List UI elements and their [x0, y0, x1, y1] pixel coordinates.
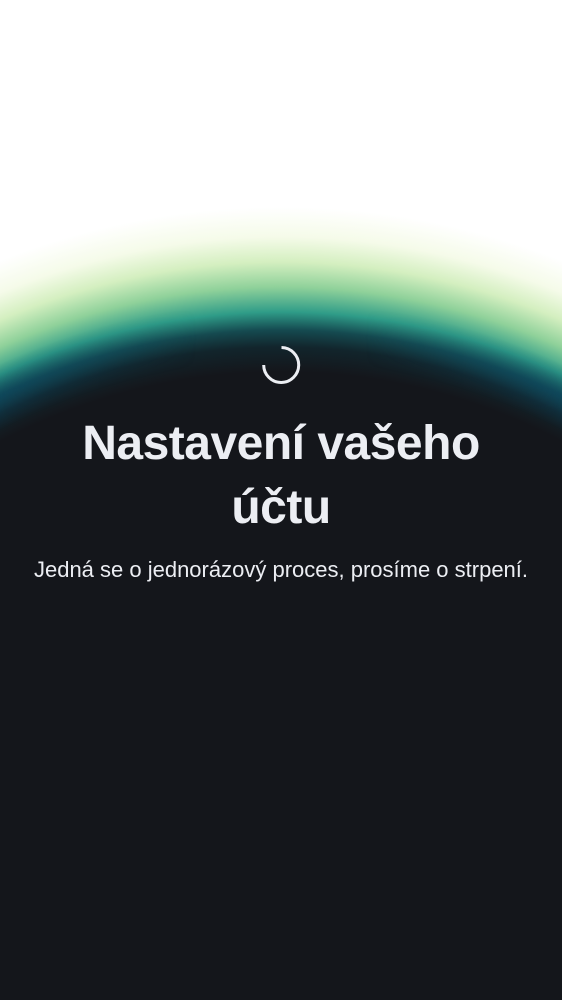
page-subtitle: Jedná se o jednorázový proces, prosíme o… [33, 557, 529, 582]
page-title: Nastavení vašeho účtu [82, 417, 480, 534]
loading-spinner-icon [262, 346, 301, 384]
